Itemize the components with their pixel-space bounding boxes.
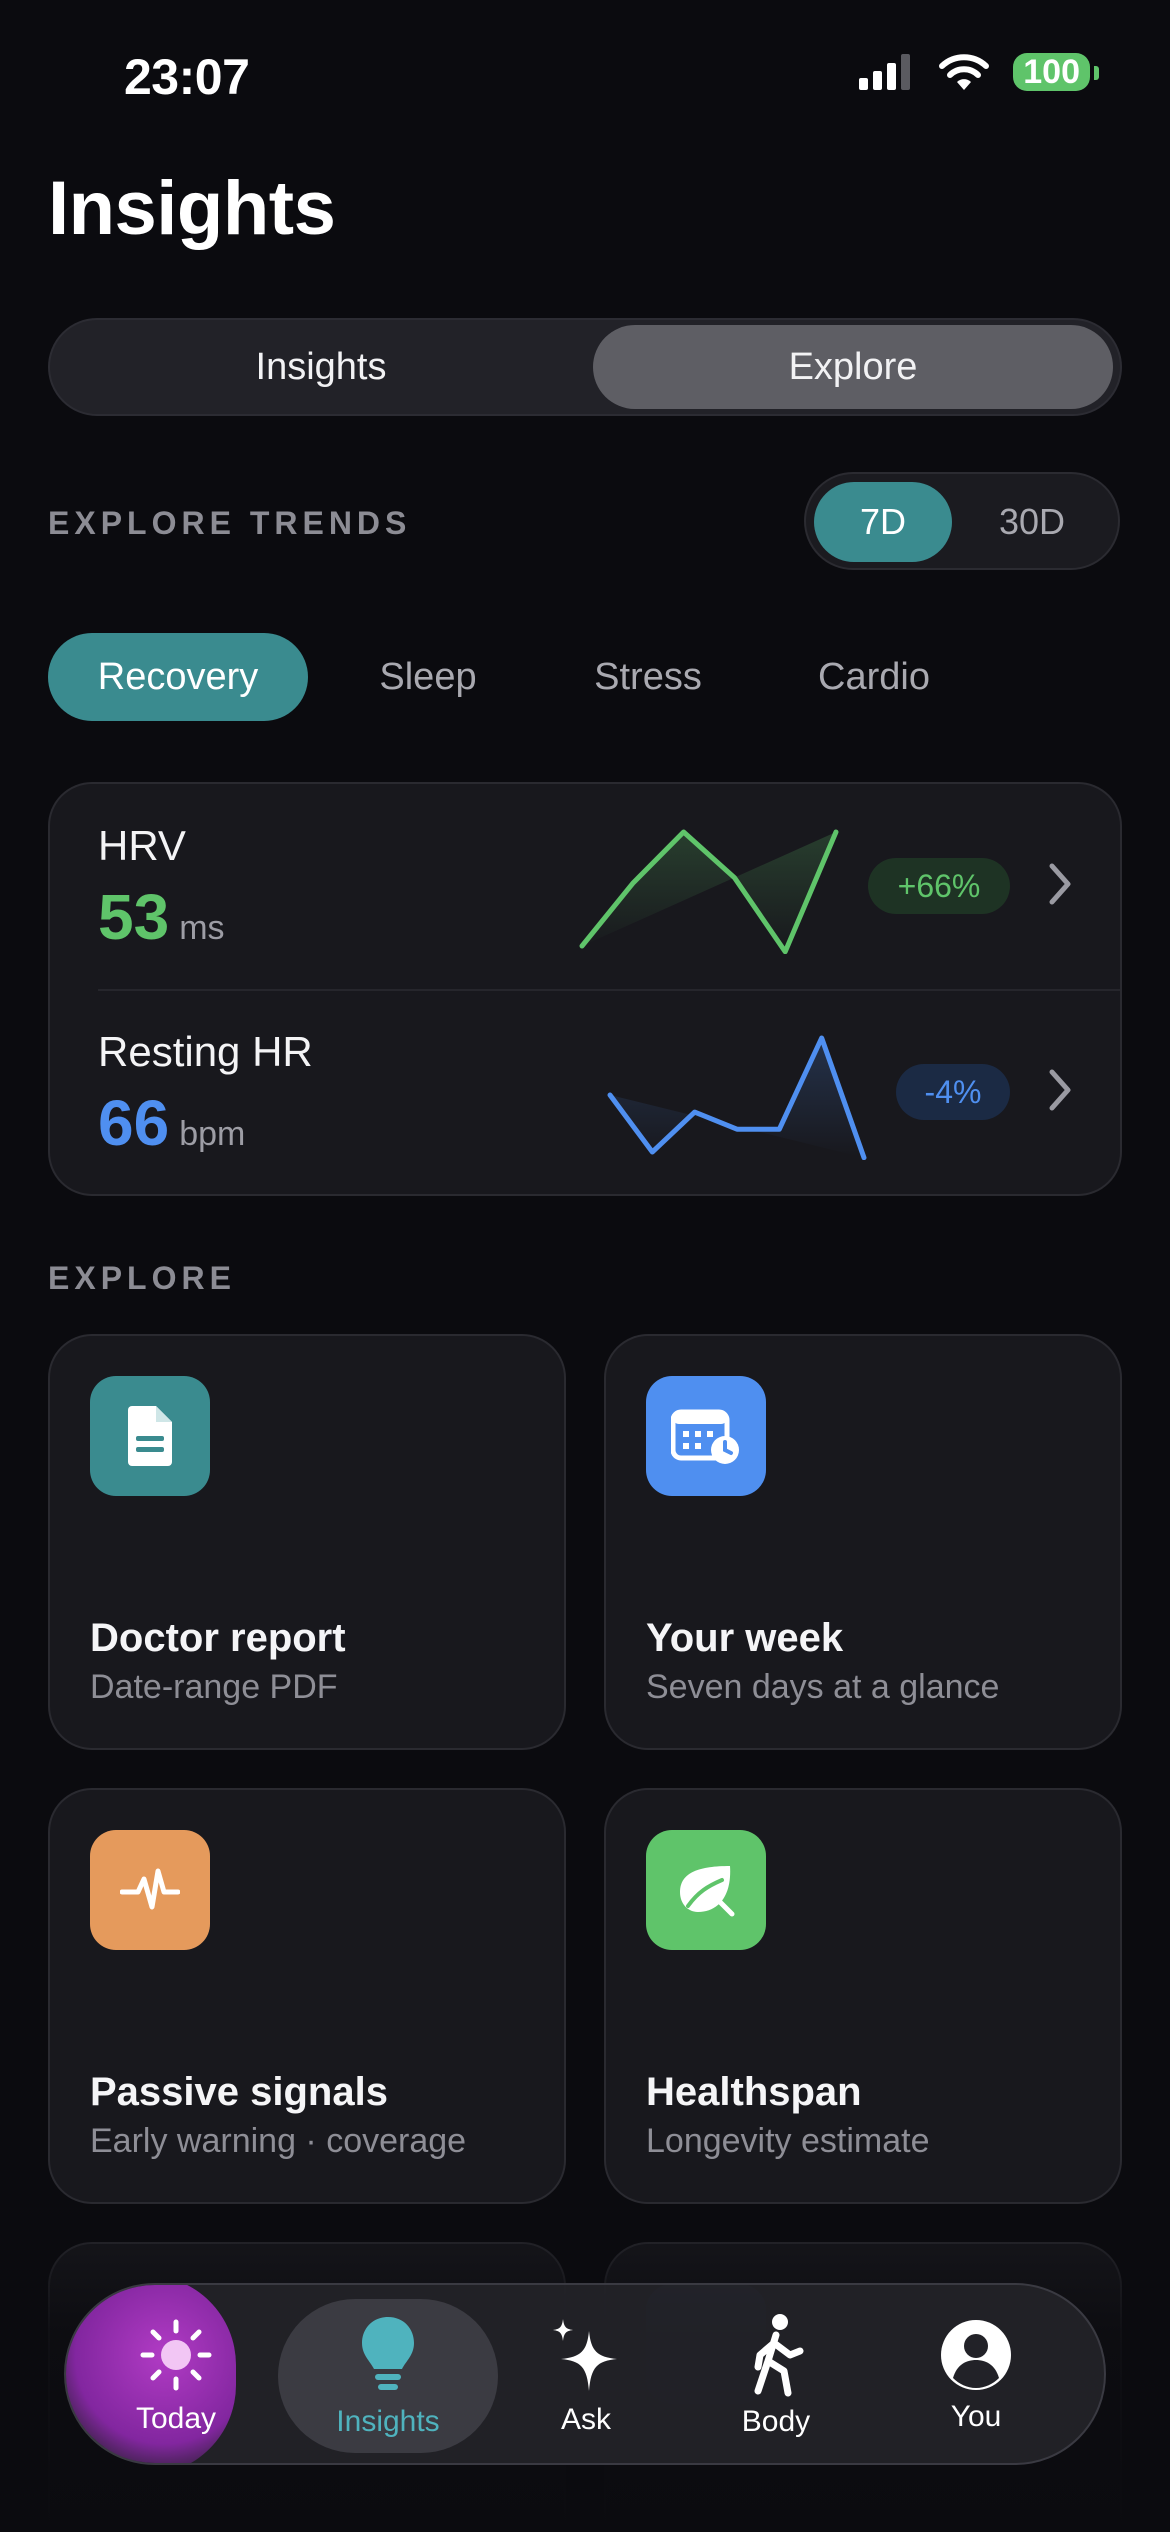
resting-hr-delta-badge: -4% [896, 1064, 1010, 1120]
tile-subtitle: Longevity estimate [646, 2122, 930, 2160]
sparkles-icon [553, 2319, 617, 2391]
person-circle-icon [941, 2320, 1011, 2390]
cellular-signal-icon [859, 54, 911, 90]
metric-name: Resting HR [98, 1028, 313, 1075]
tile-title: Doctor report [90, 1616, 346, 1660]
chip-recovery[interactable]: Recovery [48, 633, 308, 721]
metric-unit: ms [179, 909, 225, 947]
resting-hr-sparkline [607, 1035, 867, 1160]
sun-icon [140, 2319, 212, 2391]
tab-bar: Today Insights Ask Body You [64, 2283, 1106, 2465]
sparkline-area [582, 832, 836, 952]
leaf-icon [646, 1830, 766, 1950]
hrv-delta-badge: +66% [868, 858, 1010, 914]
tab-label: Body [741, 2405, 811, 2438]
tile-healthspan[interactable]: Healthspan Longevity estimate [604, 1788, 1122, 2204]
chevron-right-icon [1049, 1069, 1071, 1111]
view-segmented-control: Insights Explore [48, 318, 1122, 416]
explore-trends-label: EXPLORE TRENDS [48, 505, 412, 541]
chip-stress[interactable]: Stress [548, 633, 748, 721]
segment-explore[interactable]: Explore [593, 325, 1113, 409]
chevron-right-icon [1049, 863, 1071, 905]
range-30d[interactable]: 30D [956, 482, 1108, 562]
calendar-clock-icon [646, 1376, 766, 1496]
wifi-icon [939, 54, 990, 90]
chip-sleep[interactable]: Sleep [338, 633, 518, 721]
tab-label: Ask [560, 2403, 611, 2436]
tile-your-week[interactable]: Your week Seven days at a glance [604, 1334, 1122, 1750]
tab-ask[interactable]: Ask [506, 2285, 666, 2463]
pulse-icon [90, 1830, 210, 1950]
tile-title: Your week [646, 1616, 844, 1660]
metric-number: 53 [98, 881, 170, 953]
tab-body[interactable]: Body [686, 2285, 866, 2463]
explore-label: EXPLORE [48, 1260, 236, 1296]
tile-doctor-report[interactable]: Doctor report Date-range PDF [48, 1334, 566, 1750]
tab-you[interactable]: You [886, 2285, 1066, 2463]
status-icons: 100 [859, 52, 1099, 92]
tab-today[interactable]: Today [86, 2285, 266, 2463]
metric-value: 53 ms [98, 880, 225, 954]
tab-label: You [950, 2400, 1002, 2433]
metric-number: 66 [98, 1087, 170, 1159]
tile-title: Healthspan [646, 2070, 862, 2114]
trend-metrics-card: HRV 53 ms +66% Resting HR 66 bpm -4% [48, 782, 1122, 1196]
page-title: Insights [48, 166, 336, 251]
tile-title: Passive signals [90, 2070, 388, 2114]
tab-label: Today [135, 2402, 217, 2435]
range-7d[interactable]: 7D [814, 482, 952, 562]
tab-label: Insights [336, 2405, 440, 2438]
metric-unit: bpm [179, 1115, 246, 1153]
tile-subtitle: Early warning · coverage [90, 2122, 467, 2160]
hrv-sparkline [579, 829, 839, 954]
chip-cardio[interactable]: Cardio [774, 633, 974, 721]
status-time: 23:07 [124, 49, 250, 105]
tile-subtitle: Date-range PDF [90, 1668, 338, 1706]
segment-insights[interactable]: Insights [56, 325, 586, 409]
metric-row-hrv[interactable]: HRV 53 ms +66% [50, 784, 1120, 990]
document-icon [90, 1376, 210, 1496]
range-toggle: 7D 30D [804, 472, 1120, 570]
metric-name: HRV [98, 822, 186, 869]
lightbulb-icon [362, 2317, 414, 2390]
battery-indicator: 100 [1013, 53, 1099, 91]
walking-icon [754, 2314, 804, 2397]
metric-row-resting-hr[interactable]: Resting HR 66 bpm -4% [50, 990, 1120, 1194]
insights-screen: 23:07 100 Insights Insights Explore EXPL… [0, 0, 1170, 2532]
tile-passive-signals[interactable]: Passive signals Early warning · coverage [48, 1788, 566, 2204]
metric-value: 66 bpm [98, 1086, 245, 1160]
tab-insights[interactable]: Insights [288, 2285, 488, 2463]
tile-subtitle: Seven days at a glance [646, 1668, 1000, 1706]
